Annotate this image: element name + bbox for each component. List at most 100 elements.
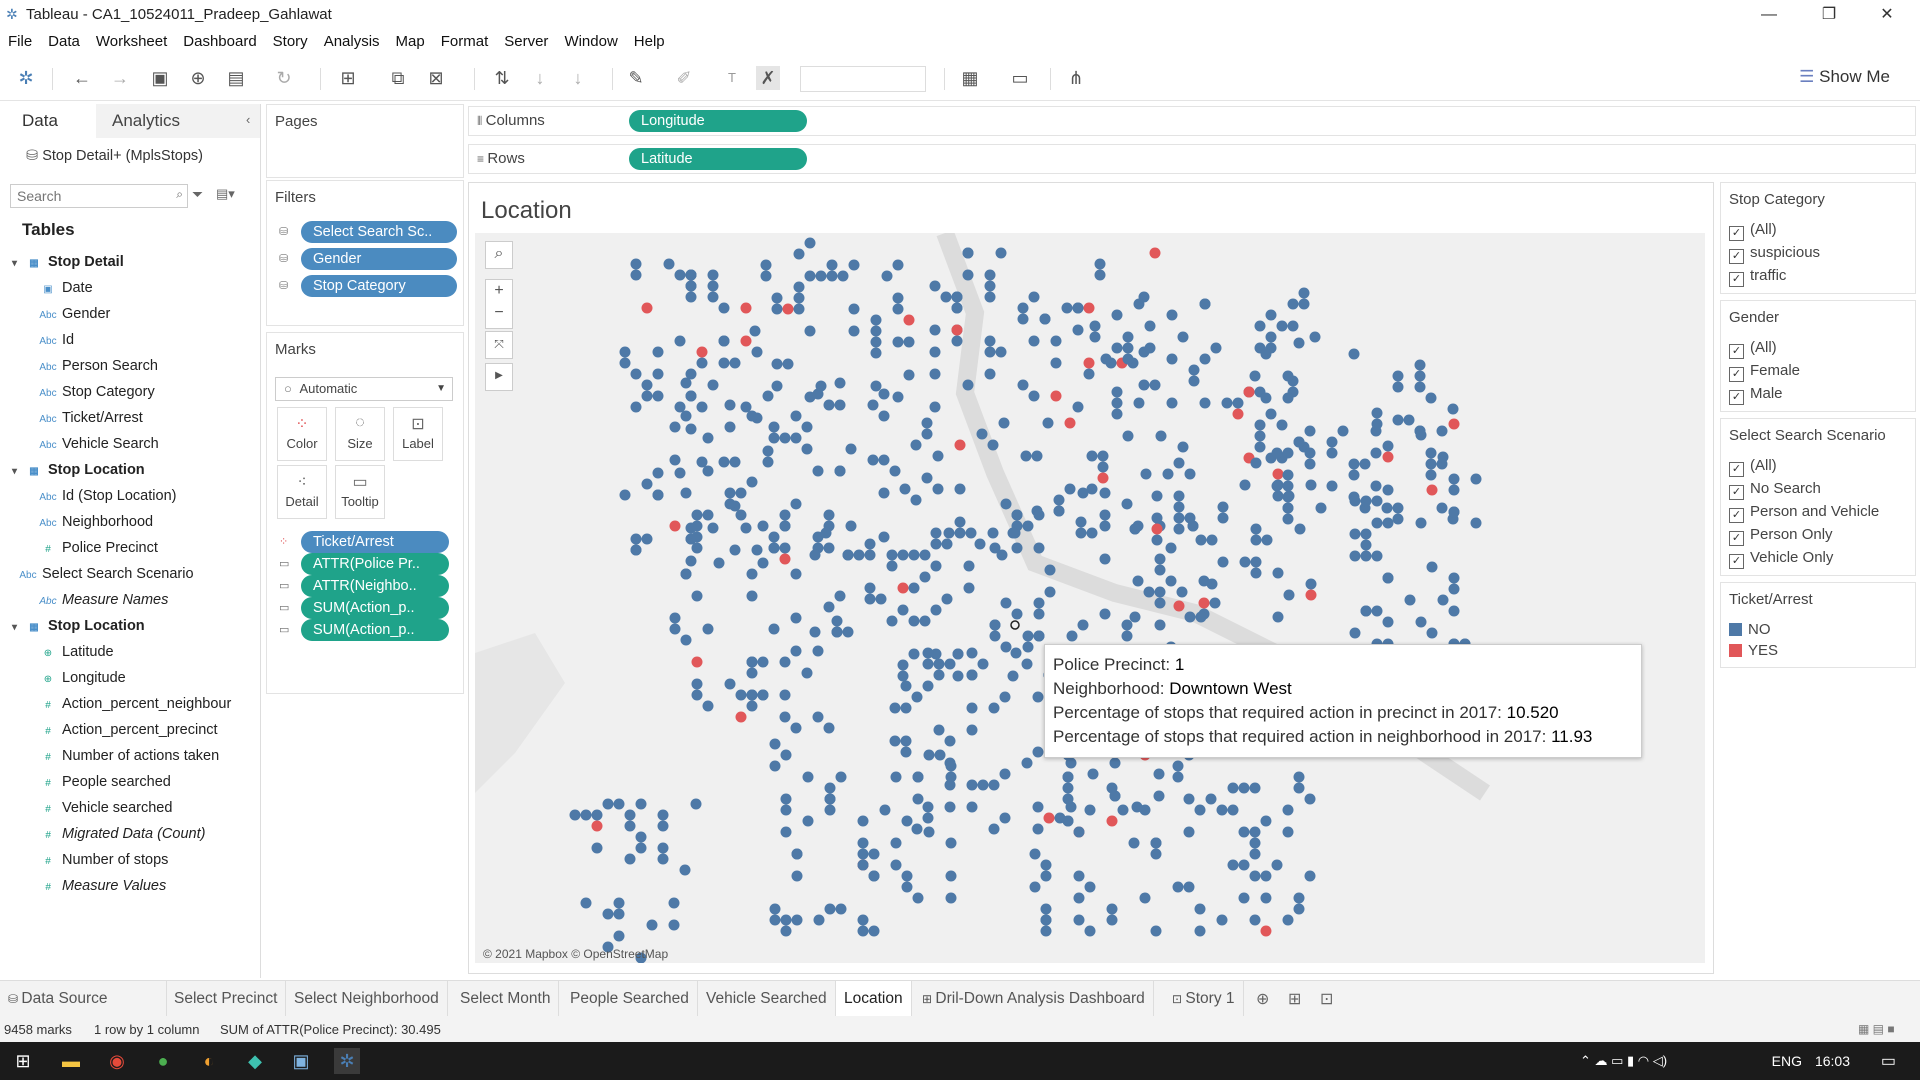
stop-mark-no[interactable] [802,815,814,827]
stop-mark-no[interactable] [984,269,996,281]
stop-mark-no[interactable] [652,390,664,402]
stop-mark-no[interactable] [1144,342,1156,354]
stop-mark-no[interactable] [1195,534,1207,546]
stop-mark-no[interactable] [1000,498,1012,510]
stop-mark-no[interactable] [934,749,946,761]
stop-mark-no[interactable] [746,656,758,668]
stop-mark-no[interactable] [1425,447,1437,459]
stop-mark-no[interactable] [892,259,904,271]
share-icon[interactable]: ⋔ [1064,66,1088,90]
stop-mark-no[interactable] [630,533,642,545]
stop-mark-no[interactable] [657,809,669,821]
filters-shelf[interactable]: Filters ⛁ Select Search Sc.. ⛁ Gender ⛁ … [266,180,464,326]
stop-mark-no[interactable] [923,826,935,838]
stop-mark-no[interactable] [908,615,920,627]
stop-mark-yes[interactable] [740,335,752,347]
stop-mark-no[interactable] [1437,594,1449,606]
stop-mark-no[interactable] [602,798,614,810]
stop-mark-no[interactable] [933,658,945,670]
stop-mark-no[interactable] [669,421,681,433]
stop-mark-no[interactable] [1304,425,1316,437]
stop-mark-no[interactable] [1172,881,1184,893]
stop-mark-no[interactable] [1128,837,1140,849]
map-view[interactable]: ⌕ + − ⤧ ▶ © 2021 Mapbox © OpenStreetMap [475,233,1705,963]
stop-mark-yes[interactable] [591,820,603,832]
field-item[interactable]: # Action_percent_precinct [38,718,217,742]
stop-mark-no[interactable] [624,820,636,832]
stop-mark-no[interactable] [1033,608,1045,620]
tab-location[interactable]: Location [836,981,912,1017]
stop-mark-no[interactable] [1238,826,1250,838]
stop-mark-no[interactable] [1282,491,1294,503]
notifications-icon[interactable]: ▭ [1881,1051,1896,1071]
stop-mark-no[interactable] [1260,892,1272,904]
stop-mark-no[interactable] [735,689,747,701]
stop-mark-no[interactable] [768,432,780,444]
stop-mark-no[interactable] [729,357,741,369]
stop-mark-no[interactable] [1260,815,1272,827]
field-item[interactable]: # Vehicle searched [38,796,172,820]
stop-mark-no[interactable] [921,417,933,429]
stop-mark-no[interactable] [824,804,836,816]
stop-mark-no[interactable] [1254,419,1266,431]
stop-mark-no[interactable] [889,735,901,747]
field-item[interactable]: ⊕ Latitude [38,640,114,664]
stop-mark-no[interactable] [848,259,860,271]
stop-mark-no[interactable] [966,801,978,813]
stop-mark-no[interactable] [1371,407,1383,419]
stop-mark-no[interactable] [591,809,603,821]
stop-mark-no[interactable] [1448,473,1460,485]
tooltip-button[interactable]: ▭ Tooltip [335,465,385,519]
stop-mark-no[interactable] [912,771,924,783]
stop-mark-no[interactable] [1122,342,1134,354]
latitude-pill[interactable]: Latitude [629,148,807,170]
stop-mark-no[interactable] [690,798,702,810]
stop-mark-no[interactable] [923,749,935,761]
stop-mark-no[interactable] [1232,397,1244,409]
stop-mark-no[interactable] [857,859,869,871]
new-datasource-icon[interactable]: ⊕ [186,66,210,90]
stop-mark-no[interactable] [867,454,879,466]
stop-mark-no[interactable] [1239,479,1251,491]
stop-mark-yes[interactable] [1232,408,1244,420]
tooltip-toggle-icon[interactable]: ✗ [756,66,780,90]
stop-mark-no[interactable] [912,892,924,904]
stop-mark-no[interactable] [782,358,794,370]
new-story-tab-icon[interactable]: ⊡ [1320,989,1333,1009]
stop-mark-no[interactable] [933,724,945,736]
stop-mark-yes[interactable] [1243,386,1255,398]
tab-select-month[interactable]: Select Month [452,981,560,1017]
stop-mark-no[interactable] [680,487,692,499]
stop-mark-no[interactable] [831,615,843,627]
stop-mark-no[interactable] [1099,509,1111,521]
stop-mark-no[interactable] [691,542,703,554]
mark-type-dropdown[interactable]: ○ Automatic ▼ [275,377,453,401]
stop-mark-no[interactable] [1360,605,1372,617]
stop-mark-no[interactable] [867,399,879,411]
stop-mark-no[interactable] [1276,320,1288,332]
stop-mark-no[interactable] [641,379,653,391]
stop-mark-no[interactable] [1151,512,1163,524]
stop-mark-no[interactable] [1099,520,1111,532]
stop-mark-no[interactable] [718,456,730,468]
stop-mark-no[interactable] [1194,925,1206,937]
stop-mark-no[interactable] [1326,447,1338,459]
stop-mark-no[interactable] [823,509,835,521]
stop-mark-no[interactable] [1154,586,1166,598]
stop-mark-no[interactable] [1425,458,1437,470]
stop-mark-no[interactable] [897,549,909,561]
stop-mark-no[interactable] [1183,826,1195,838]
stop-mark-no[interactable] [897,670,909,682]
view-options-icon[interactable]: ▤▾ [216,186,235,202]
stop-mark-no[interactable] [922,801,934,813]
stop-mark-no[interactable] [1183,881,1195,893]
stop-mark-no[interactable] [804,325,816,337]
stop-mark-no[interactable] [1111,342,1123,354]
stop-mark-no[interactable] [1121,619,1133,631]
stop-mark-no[interactable] [977,658,989,670]
stop-mark-no[interactable] [1086,527,1098,539]
stop-mark-no[interactable] [685,280,697,292]
stop-mark-no[interactable] [1011,542,1023,554]
stop-mark-no[interactable] [1425,469,1437,481]
stop-mark-no[interactable] [663,258,675,270]
